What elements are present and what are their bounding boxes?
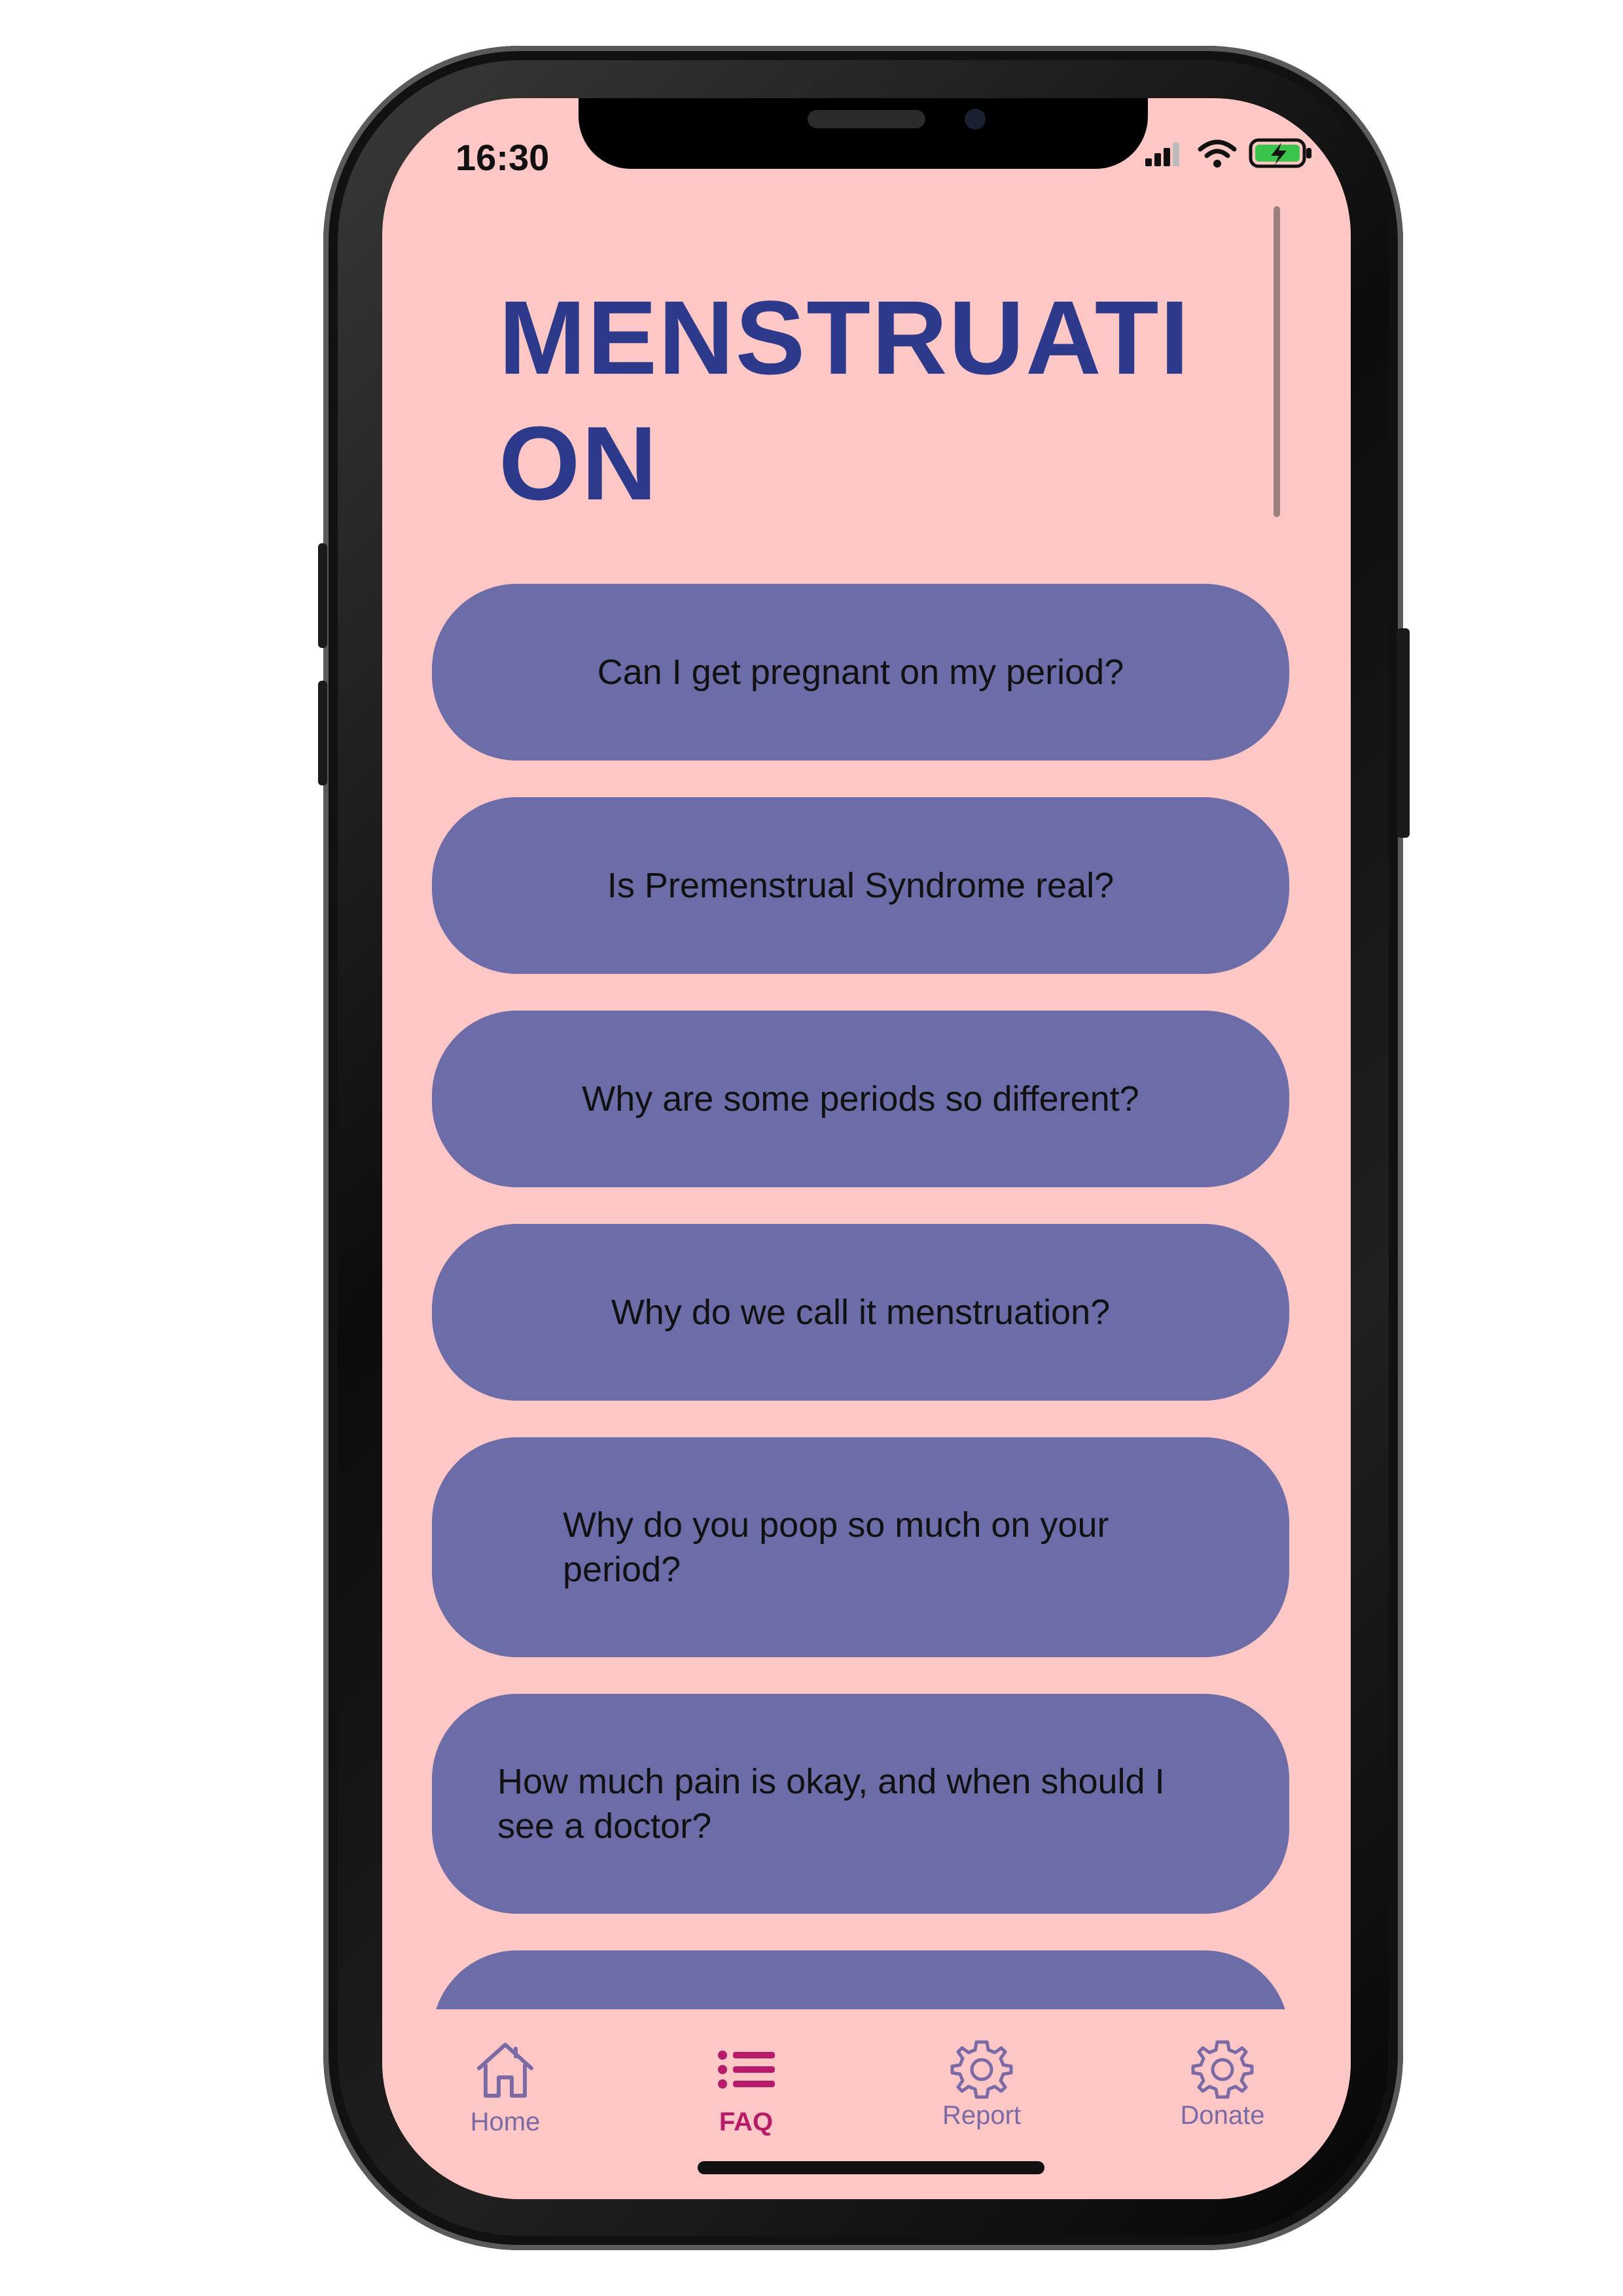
nav-item-report[interactable]: Report bbox=[903, 2009, 1060, 2160]
wifi-icon bbox=[1198, 139, 1237, 168]
faq-item-label-line: Why do you poop so much on your bbox=[563, 1505, 1109, 1545]
page-title-line: ON bbox=[499, 404, 658, 522]
faq-item[interactable]: Is Premenstrual Syndrome real? bbox=[432, 797, 1289, 974]
status-icons bbox=[1144, 137, 1314, 169]
volume-button bbox=[318, 543, 327, 648]
faq-item[interactable]: How much pain is okay, and when should I… bbox=[432, 1694, 1289, 1914]
status-time: 16:30 bbox=[455, 137, 550, 178]
gear-icon bbox=[950, 2040, 1013, 2099]
faq-item-label: Can I get pregnant on my period? bbox=[597, 653, 1124, 692]
nav-item-label: Report bbox=[942, 2101, 1022, 2130]
scroll-indicator[interactable] bbox=[1274, 206, 1280, 517]
faq-item[interactable]: Why do you poop so much on your period? bbox=[432, 1437, 1289, 1657]
list-icon bbox=[718, 2051, 775, 2089]
page-title-line: MENSTRUATI bbox=[499, 279, 1190, 396]
nav-item-faq[interactable]: FAQ bbox=[668, 2009, 825, 2160]
home-indicator[interactable] bbox=[698, 2161, 1044, 2174]
home-icon bbox=[477, 2043, 533, 2098]
faq-item-label-line: How much pain is okay, and when should I bbox=[497, 1762, 1165, 1801]
faq-item[interactable]: Why are some periods so different? bbox=[432, 1011, 1289, 1187]
faq-item-label: Why are some periods so different? bbox=[582, 1079, 1139, 1119]
cellular-signal-icon bbox=[1145, 143, 1179, 166]
faq-item-label: How much pain is okay, and when should I… bbox=[497, 1759, 1165, 1848]
front-camera bbox=[965, 109, 986, 130]
faq-item[interactable]: Can I get pregnant on my period? bbox=[432, 584, 1289, 761]
speaker-grille bbox=[808, 110, 925, 128]
volume-button bbox=[318, 681, 327, 785]
battery-charging-icon bbox=[1249, 138, 1311, 168]
gear-icon bbox=[1191, 2040, 1254, 2099]
nav-item-label: FAQ bbox=[719, 2108, 774, 2136]
nav-item-label: Home bbox=[470, 2108, 541, 2136]
faq-item-label-line: period? bbox=[563, 1550, 681, 1589]
faq-item-label-line: see a doctor? bbox=[497, 1806, 712, 1846]
nav-item-label: Donate bbox=[1180, 2101, 1265, 2130]
notch bbox=[579, 98, 1148, 169]
faq-item-label: Why do you poop so much on your period? bbox=[563, 1503, 1109, 1592]
side-button bbox=[1397, 628, 1410, 838]
phone-screen: 16:30 MENSTRUATI ON Can I get pregnant o… bbox=[382, 98, 1351, 2199]
faq-item-label: Is Premenstrual Syndrome real? bbox=[607, 866, 1115, 905]
faq-item-label: Why do we call it menstruation? bbox=[611, 1293, 1111, 1332]
nav-item-donate[interactable]: Donate bbox=[1144, 2009, 1301, 2160]
page-title: MENSTRUATI ON bbox=[499, 275, 1219, 526]
nav-item-home[interactable]: Home bbox=[427, 2009, 584, 2160]
faq-item[interactable]: Why do we call it menstruation? bbox=[432, 1224, 1289, 1401]
